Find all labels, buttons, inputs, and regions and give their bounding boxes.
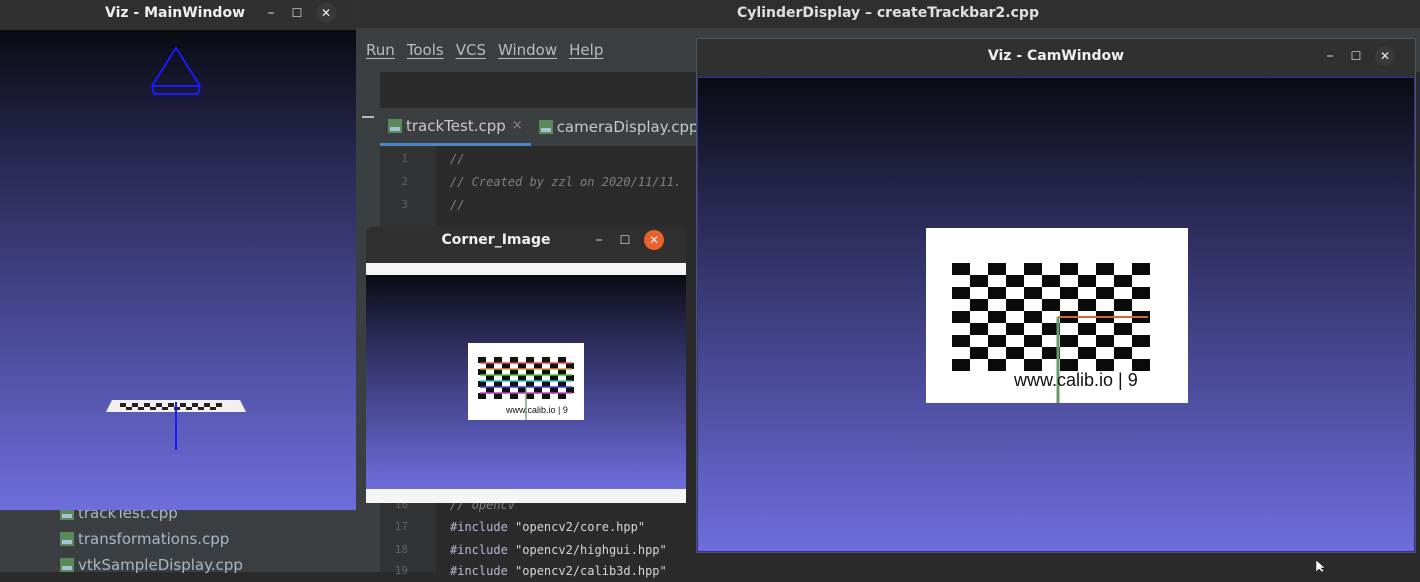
tab-close-icon[interactable]: ×	[512, 118, 523, 133]
cpp-file-icon	[538, 120, 553, 134]
minimize-icon[interactable]: –	[258, 5, 284, 21]
code-line: 17 #include "opencv2/core.hpp"	[380, 516, 700, 538]
corner-image-window[interactable]: Corner_Image – ☐ ✕ www.calib.io | 9	[366, 227, 686, 503]
code-text: //	[450, 152, 465, 166]
tree-file[interactable]: vtkSampleDisplay.cpp	[60, 556, 243, 574]
pattern-text: www.calib.io | 9	[505, 405, 568, 415]
line-number: 19	[394, 564, 408, 577]
close-icon[interactable]: ✕	[1375, 46, 1395, 66]
code-text: #include "opencv2/highgui.hpp"	[450, 543, 667, 557]
code-text: #include "opencv2/calib3d.hpp"	[450, 564, 667, 578]
viz-cam-window[interactable]: Viz - CamWindow – ☐ ✕ www.calib.io | 9	[696, 38, 1416, 553]
cam-3d-canvas[interactable]: www.calib.io | 9	[697, 77, 1415, 552]
image-bottom-strip	[366, 489, 686, 503]
camera-frustum-icon	[150, 46, 202, 95]
tree-file[interactable]: transformations.cpp	[60, 530, 229, 548]
tree-file-label: vtkSampleDisplay.cpp	[78, 556, 243, 574]
scene-drawing	[106, 46, 246, 450]
menu-run[interactable]: Run	[366, 41, 395, 59]
cpp-file-icon	[60, 532, 74, 546]
menu-help[interactable]: Help	[569, 41, 603, 59]
code-line: 19 #include "opencv2/calib3d.hpp"	[380, 560, 700, 582]
line-number: 1	[401, 152, 408, 165]
minimize-icon[interactable]: –	[1317, 48, 1343, 64]
maximize-icon[interactable]: ☐	[612, 233, 638, 247]
pattern-text: www.calib.io | 9	[1013, 370, 1138, 390]
code-line: 18 #include "opencv2/highgui.hpp"	[380, 539, 700, 561]
tab-cameradisplay[interactable]: cameraDisplay.cpp	[531, 108, 707, 146]
cam-scene-drawing: www.calib.io | 9	[926, 228, 1188, 403]
minimize-icon[interactable]: –	[586, 232, 612, 248]
line-number: 2	[401, 175, 408, 188]
tab-tracktest[interactable]: trackTest.cpp ×	[380, 108, 531, 146]
maximize-icon[interactable]: ☐	[284, 6, 310, 20]
ide-window-title: CylinderDisplay – createTrackbar2.cpp	[356, 0, 1420, 28]
viz-main-window[interactable]: Viz - MainWindow – ☐ ✕	[0, 0, 356, 510]
code-text: //	[450, 198, 465, 212]
cpp-file-icon	[60, 558, 74, 572]
menu-window[interactable]: Window	[498, 41, 557, 59]
corner-image-drawing: www.calib.io | 9	[468, 343, 584, 420]
code-line: 2 // Created by zzl on 2020/11/11.	[380, 171, 700, 193]
maximize-icon[interactable]: ☐	[1343, 49, 1369, 63]
editor-tab-bar: trackTest.cpp × cameraDisplay.cpp	[380, 108, 700, 146]
cpp-file-icon	[388, 118, 402, 133]
close-icon[interactable]: ✕	[316, 3, 336, 23]
corner-image-canvas[interactable]: www.calib.io | 9	[366, 275, 686, 489]
window-title: Viz - CamWindow	[987, 48, 1125, 64]
line-number: 17	[394, 520, 408, 533]
line-number: 18	[394, 543, 408, 556]
tab-label: trackTest.cpp	[406, 116, 506, 135]
collapse-icon[interactable]	[362, 116, 374, 118]
window-controls: – ☐ ✕	[258, 0, 336, 26]
window-controls: – ☐ ✕	[586, 227, 664, 253]
menu-tools[interactable]: Tools	[407, 41, 444, 59]
image-top-strip	[366, 263, 686, 275]
code-text: // Created by zzl on 2020/11/11.	[450, 175, 682, 189]
close-icon[interactable]: ✕	[644, 230, 664, 250]
project-tree: trackTest.cpp transformations.cpp vtkSam…	[0, 504, 356, 574]
viz-3d-canvas[interactable]	[0, 30, 356, 510]
code-text: #include "opencv2/core.hpp"	[450, 520, 646, 534]
window-controls: – ☐ ✕	[1317, 43, 1395, 69]
code-line: 1 //	[380, 148, 700, 170]
tab-label: cameraDisplay.cpp	[556, 118, 699, 136]
code-line: 3 //	[380, 194, 700, 216]
menu-vcs[interactable]: VCS	[456, 41, 486, 59]
tree-file-label: transformations.cpp	[78, 530, 230, 548]
line-number: 3	[401, 198, 408, 211]
mouse-cursor-icon	[1316, 560, 1326, 572]
